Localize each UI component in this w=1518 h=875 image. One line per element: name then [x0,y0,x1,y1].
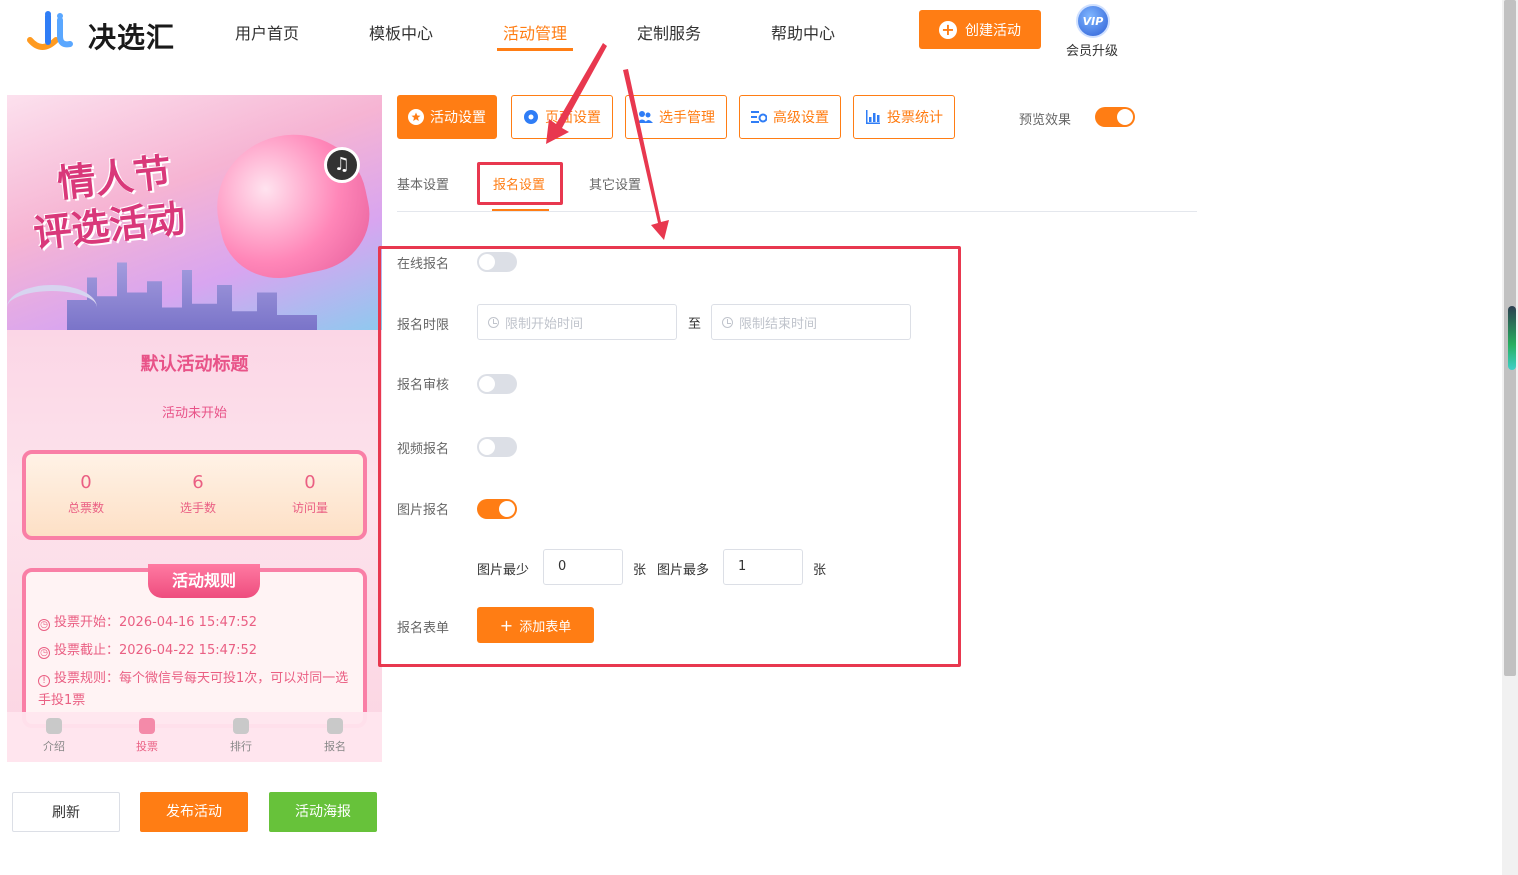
plus-icon: + [939,20,957,39]
gear-icon [524,110,538,124]
stat-label: 选手数 [179,501,216,515]
brand-logo[interactable]: 决选汇 [26,10,186,54]
rules-title: 活动规则 [148,564,260,598]
info-icon: ! [38,675,50,687]
rule-vote-rule: ! 投票规则：每个微信号每天可投1次，可以对同一选手投1票 [38,671,349,708]
stat-value: 0 [304,472,316,493]
activity-title: 默认活动标题 [140,354,249,375]
stat-visits: 0 访问量 [260,472,360,516]
tab-signup[interactable]: 报名 [305,718,365,754]
vip-upgrade-label[interactable]: 会员升级 [1066,40,1118,59]
logo-text: 决选汇 [88,21,176,54]
vote-stats-button[interactable]: 投票统计 [853,95,955,139]
page-scrollbar[interactable] [1502,0,1518,875]
scroll-indicator [1508,306,1516,370]
activity-status: 活动未开始 [161,406,227,421]
preview-effect-toggle[interactable] [1095,107,1135,127]
stat-label: 访问量 [291,501,328,515]
contestant-manage-label: 选手管理 [659,110,715,126]
ranking-icon [233,718,249,734]
rule-vote-start: ◷ 投票开始：2026-04-16 15:47:52 [38,612,358,634]
publish-activity-button[interactable]: 发布活动 [140,792,248,832]
rules-card: 活动规则 ◷ 投票开始：2026-04-16 15:47:52 ◷ 投票截止：202… [22,564,367,728]
page-settings-button[interactable]: 页面设置 [511,95,613,139]
intro-icon [46,718,62,734]
create-activity-label: 创建活动 [965,22,1021,39]
sliders-gear-icon [751,111,767,123]
preview-banner: 情人节 评选活动 ♫ [7,95,382,330]
clock-icon: ◷ [38,647,50,659]
stat-contestants: 6 选手数 [148,472,248,516]
stat-value: 0 [80,472,92,493]
nav-template-center[interactable]: 模板中心 [369,20,433,44]
nav-custom-service[interactable]: 定制服务 [637,20,701,44]
tab-ranking[interactable]: 排行 [211,718,271,754]
annotation-box-form [378,246,961,667]
nav-active-indicator [497,48,573,51]
users-icon [637,111,653,123]
nav-user-home[interactable]: 用户首页 [235,20,299,44]
preview-effect-label: 预览效果 [1019,113,1072,128]
page-settings-label: 页面设置 [545,110,601,126]
advanced-settings-label: 高级设置 [773,110,829,126]
heart-decoration [204,120,380,290]
banner-title-line2: 评选活动 [31,196,188,256]
contestant-manage-button[interactable]: 选手管理 [625,95,727,139]
stat-total-votes: 0 总票数 [36,472,136,516]
clock-icon: ◷ [38,619,50,631]
tab-intro[interactable]: 介绍 [24,718,84,754]
music-icon[interactable]: ♫ [324,147,360,183]
vote-stats-label: 投票统计 [887,110,943,126]
nav-help-center[interactable]: 帮助中心 [771,20,835,44]
bridge-decoration [7,285,97,330]
activity-poster-button[interactable]: 活动海报 [269,792,377,832]
star-circle-icon [408,109,424,125]
rule-vote-end: ◷ 投票截止：2026-04-22 15:47:52 [38,640,358,662]
bar-chart-icon [866,110,880,124]
preview-tabbar: 介绍 投票 排行 报名 [7,712,382,762]
activity-settings-label: 活动设置 [430,110,486,126]
top-header: 决选汇 用户首页 模板中心 活动管理 定制服务 帮助中心 + 创建活动 VIP … [0,0,1500,62]
logo-mark-icon [27,11,73,50]
stat-value: 6 [192,472,204,493]
tab-vote[interactable]: 投票 [117,718,177,754]
signup-icon [327,718,343,734]
mobile-preview: 情人节 评选活动 ♫ 默认活动标题 活动未开始 0 总票数 6 选手数 0 访问… [7,95,382,762]
vip-icon[interactable]: VIP [1076,4,1110,38]
create-activity-button[interactable]: + 创建活动 [919,10,1041,49]
activity-settings-button[interactable]: 活动设置 [397,95,497,139]
refresh-button[interactable]: 刷新 [12,792,120,832]
annotation-box-tab [477,162,563,205]
nav-activity-manage[interactable]: 活动管理 [503,20,567,44]
tab-basic-settings[interactable]: 基本设置 [397,174,449,193]
stats-card: 0 总票数 6 选手数 0 访问量 [22,450,367,540]
subtab-divider [397,211,1197,212]
tab-other-settings[interactable]: 其它设置 [589,174,641,193]
vote-icon [139,718,155,734]
stat-label: 总票数 [67,501,104,515]
advanced-settings-button[interactable]: 高级设置 [739,95,841,139]
